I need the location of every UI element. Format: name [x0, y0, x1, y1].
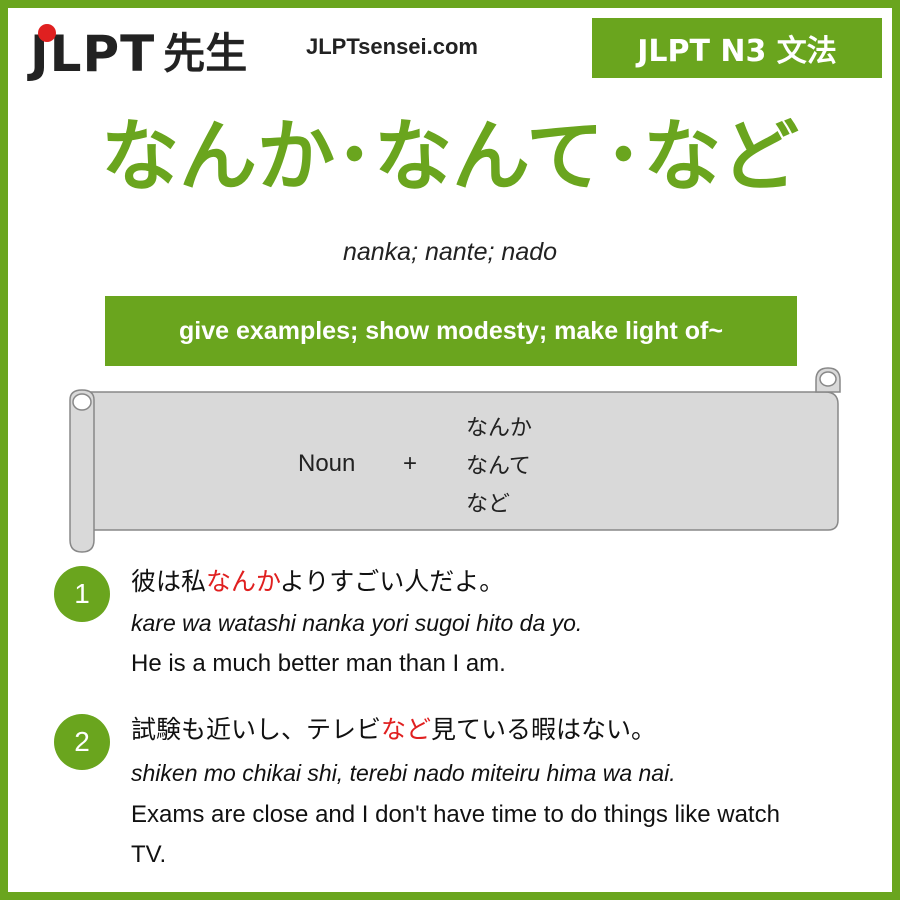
example-japanese: 試験も近いし、テレビなど見ている暇はない。	[131, 710, 656, 746]
example-romaji: kare wa watashi nanka yori sugoi hito da…	[131, 610, 583, 636]
site-url[interactable]: JLPTsensei.com	[306, 34, 478, 60]
grammar-romaji: nanka; nante; nado	[342, 238, 558, 266]
example-jp-text: 彼は私	[131, 567, 207, 596]
example-number-badge: 2	[54, 714, 110, 770]
formula-form: など	[466, 492, 511, 517]
formula-plus: +	[403, 450, 418, 477]
example-jp-text: よりすごい人だよ。	[279, 567, 505, 596]
example-romaji: shiken mo chikai shi, terebi nado miteir…	[131, 760, 676, 786]
grammar-meaning-banner: give examples; show modesty; make light …	[105, 296, 797, 366]
formula-form: なんか	[466, 416, 533, 441]
logo-kanji: 先生	[163, 29, 248, 78]
example-jp-highlight: なんか	[206, 567, 280, 596]
example-jp-text: 試験も近いし、テレビ	[131, 715, 382, 744]
example-number-badge: 1	[54, 566, 110, 622]
example-english: Exams are close and I don't have time to…	[131, 801, 780, 868]
example-jp-text: 見ている暇はない。	[431, 715, 657, 744]
example-english: He is a much better man than I am.	[131, 650, 506, 677]
formula-forms: なんか なんて など	[466, 410, 532, 524]
formula-form: なんて	[466, 454, 531, 479]
formula-scroll	[69, 367, 841, 553]
jlpt-sensei-logo[interactable]: JLPT 先生	[30, 24, 247, 84]
example-japanese: 彼は私なんかよりすごい人だよ。	[131, 562, 504, 598]
example-jp-highlight: など	[381, 715, 432, 744]
formula-noun: Noun	[298, 450, 356, 477]
level-badge: JLPT N3 文法	[592, 18, 882, 78]
grammar-title: なんか･なんて･など	[100, 112, 800, 202]
logo-red-dot-icon	[38, 24, 56, 42]
